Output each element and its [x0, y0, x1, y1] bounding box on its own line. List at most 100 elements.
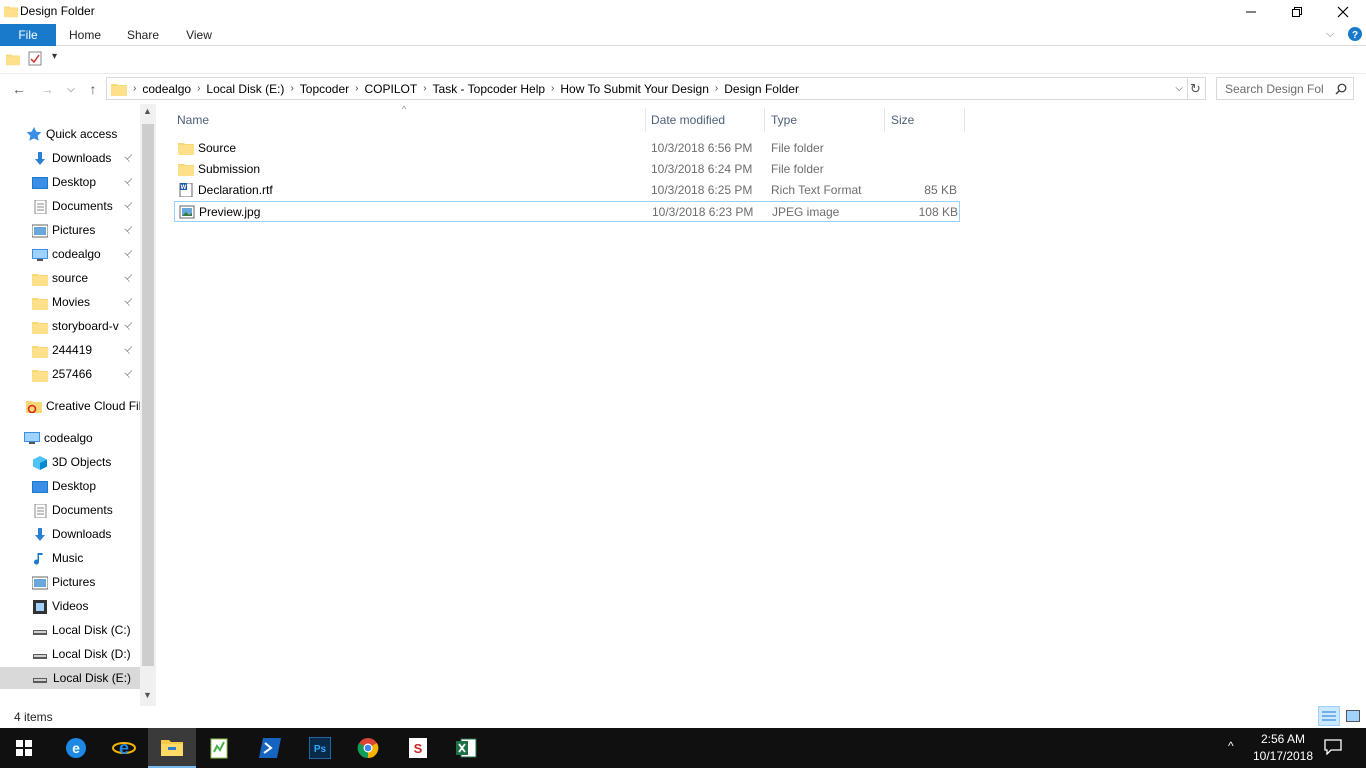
nav-quick-item[interactable]: storyboard-v ⊥: [32, 315, 140, 337]
taskbar-file-explorer[interactable]: [148, 728, 196, 768]
properties-icon[interactable]: [28, 51, 42, 66]
nav-pc-item[interactable]: Desktop: [32, 475, 140, 497]
breadcrumb-local-disk-e[interactable]: Local Disk (E:): [200, 82, 290, 96]
refresh-button[interactable]: ↻: [1186, 77, 1206, 100]
nav-quick-item[interactable]: Pictures ⊥: [32, 219, 140, 241]
nav-pc-item[interactable]: Videos: [32, 595, 140, 617]
up-arrow-icon: ↑: [89, 81, 97, 97]
taskbar-edge[interactable]: e: [52, 728, 100, 768]
nav-quick-item[interactable]: source ⊥: [32, 267, 140, 289]
taskbar-chrome[interactable]: [344, 728, 392, 768]
nav-pc-item[interactable]: Documents: [32, 499, 140, 521]
taskbar-notepad-plus[interactable]: [196, 728, 244, 768]
taskbar-sourcetree[interactable]: S: [394, 728, 442, 768]
scroll-down-icon[interactable]: ▼: [143, 690, 152, 700]
nav-quick-item[interactable]: Downloads ⊥: [32, 147, 140, 169]
folder-icon: [32, 367, 48, 382]
close-icon: [1337, 6, 1349, 18]
taskbar-photoshop[interactable]: Ps: [296, 728, 344, 768]
pin-icon: ⊥: [121, 366, 136, 381]
file-size: 108 KB: [918, 205, 958, 219]
breadcrumb-design-folder[interactable]: Design Folder: [718, 82, 805, 96]
nav-pc-item[interactable]: Pictures: [32, 571, 140, 593]
minimize-button[interactable]: [1228, 0, 1274, 24]
address-row: ← → ⌵ ↑ › codealgo › Local Disk (E:) › T…: [0, 74, 1366, 104]
table-row[interactable]: Preview.jpg 10/3/2018 6:23 PM JPEG image 10…: [174, 201, 960, 222]
search-input[interactable]: Search Design Fol: [1216, 77, 1354, 100]
nav-quick-item[interactable]: Desktop ⊥: [32, 171, 140, 193]
recent-locations-button[interactable]: ⌵: [60, 78, 82, 100]
file-size: [891, 159, 957, 180]
nav-quick-item[interactable]: Documents ⊥: [32, 195, 140, 217]
nav-quick-item[interactable]: 244419 ⊥: [32, 339, 140, 361]
customize-toolbar-icon[interactable]: ▾: [52, 51, 57, 62]
folder-icon[interactable]: [6, 52, 20, 66]
nav-pc-item[interactable]: Downloads: [32, 523, 140, 545]
up-button[interactable]: ↑: [82, 78, 104, 100]
column-header-date-modified[interactable]: Date modified: [645, 108, 765, 132]
nav-quick-access[interactable]: Quick access: [26, 123, 140, 145]
breadcrumb-topcoder[interactable]: Topcoder: [294, 82, 355, 96]
taskbar-internet-explorer[interactable]: e: [100, 728, 148, 768]
ribbon-expand-icon[interactable]: ⌵: [1326, 28, 1334, 41]
taskbar-powershell[interactable]: [246, 728, 294, 768]
breadcrumb-codealgo[interactable]: codealgo: [136, 82, 197, 96]
breadcrumb-copilot[interactable]: COPILOT: [359, 82, 424, 96]
nav-creative-cloud[interactable]: Creative Cloud Fil: [26, 395, 140, 417]
tab-file[interactable]: File: [0, 24, 56, 46]
file-type: JPEG image: [772, 205, 840, 219]
nav-item-label: 257466: [52, 367, 93, 381]
nav-this-pc[interactable]: codealgo: [24, 427, 140, 449]
forward-button[interactable]: →: [36, 78, 58, 100]
show-hidden-icons[interactable]: ^: [1228, 739, 1234, 753]
nav-scrollbar-thumb[interactable]: [142, 124, 154, 666]
table-row[interactable]: W Declaration.rtf 10/3/2018 6:25 PM Rich Te…: [174, 180, 960, 201]
svg-text:e: e: [119, 738, 129, 758]
nav-pc-item[interactable]: Music: [32, 547, 140, 569]
details-view-button[interactable]: [1318, 706, 1340, 726]
close-button[interactable]: [1320, 0, 1366, 24]
table-row[interactable]: Submission 10/3/2018 6:24 PM File folder: [174, 159, 960, 180]
scroll-up-icon[interactable]: ▲: [143, 106, 152, 116]
nav-pc-item[interactable]: 3D Objects: [32, 451, 140, 473]
large-icons-view-button[interactable]: [1342, 706, 1364, 726]
folder-icon: [32, 319, 48, 334]
clock[interactable]: 2:56 AM 10/17/2018: [1244, 731, 1322, 765]
action-center-button[interactable]: [1324, 739, 1342, 758]
file-date: 10/3/2018 6:25 PM: [651, 183, 753, 197]
column-header-name[interactable]: Name: [171, 108, 646, 132]
tab-view[interactable]: View: [174, 24, 224, 46]
nav-pc-item[interactable]: Local Disk (C:): [32, 619, 140, 641]
pin-icon: ⊥: [121, 150, 136, 165]
column-header-size[interactable]: Size: [885, 108, 965, 132]
item-count: 4 items: [14, 710, 53, 724]
nav-item-label: 244419: [52, 343, 93, 357]
nav-quick-item[interactable]: 257466 ⊥: [32, 363, 140, 385]
column-header-type[interactable]: Type: [765, 108, 885, 132]
help-icon[interactable]: ?: [1348, 27, 1362, 41]
taskbar-excel[interactable]: [442, 728, 490, 768]
back-button[interactable]: ←: [8, 78, 30, 100]
nav-item-label: Downloads: [52, 527, 112, 541]
address-bar[interactable]: › codealgo › Local Disk (E:) › Topcoder …: [106, 77, 1188, 100]
table-row[interactable]: Source 10/3/2018 6:56 PM File folder: [174, 138, 960, 159]
tab-share[interactable]: Share: [118, 24, 168, 46]
photoshop-icon: Ps: [309, 737, 331, 759]
tab-home[interactable]: Home: [60, 24, 110, 46]
start-button[interactable]: [0, 728, 48, 768]
pin-icon: ⊥: [121, 222, 136, 237]
image-file-icon: [179, 205, 195, 219]
nav-pc-item[interactable]: Local Disk (D:): [32, 643, 140, 665]
nav-pc-item[interactable]: Local Disk (E:): [0, 667, 140, 689]
breadcrumb-how-to-submit[interactable]: How To Submit Your Design: [554, 82, 715, 96]
address-dropdown-icon[interactable]: ⌵: [1175, 83, 1183, 94]
restore-button[interactable]: [1274, 0, 1320, 24]
excel-icon: [456, 738, 477, 758]
breadcrumb-task-topcoder-help[interactable]: Task - Topcoder Help: [427, 82, 552, 96]
nav-quick-item[interactable]: codealgo ⊥: [32, 243, 140, 265]
computer-icon: [32, 247, 48, 261]
videos-icon: [32, 599, 48, 614]
nav-quick-item[interactable]: Movies ⊥: [32, 291, 140, 313]
folder-icon: [4, 6, 18, 18]
pin-icon: ⊥: [121, 198, 136, 213]
